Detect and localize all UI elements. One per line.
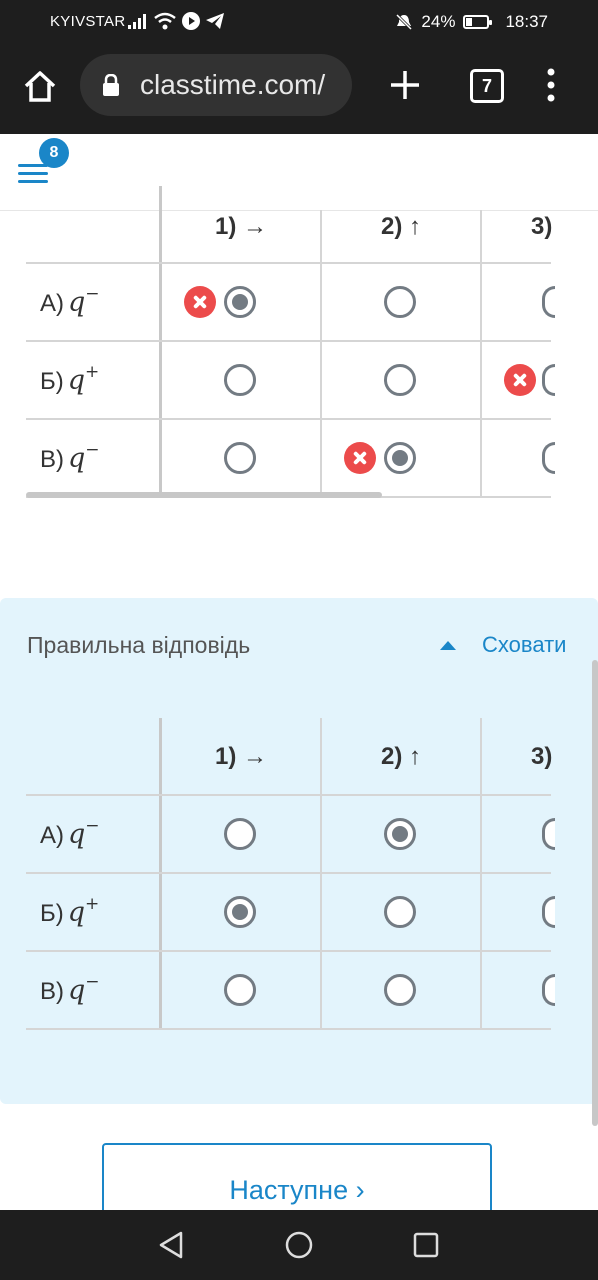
battery-percent: 24% bbox=[421, 12, 456, 31]
radio-option[interactable] bbox=[542, 364, 555, 396]
header-row: 1) → 2) ↑ 3) bbox=[26, 186, 552, 264]
url-text: classtime.com/ bbox=[140, 69, 326, 100]
correct-answer-panel: Правильна відповідь Сховати 1) → 2) ↑ 3)… bbox=[0, 598, 598, 1104]
new-tab-icon[interactable] bbox=[388, 68, 422, 102]
radio-option[interactable] bbox=[224, 286, 256, 318]
home-icon[interactable] bbox=[22, 68, 58, 104]
caret-up-icon bbox=[440, 640, 456, 650]
radio-option[interactable] bbox=[542, 286, 555, 318]
radio-option bbox=[224, 818, 256, 850]
table-row: В) q− bbox=[26, 952, 555, 1030]
row-label: А) q− bbox=[40, 816, 100, 850]
hamburger-menu-icon[interactable] bbox=[18, 164, 48, 186]
lock-icon bbox=[103, 74, 119, 96]
wrong-mark-icon bbox=[344, 442, 376, 474]
mute-bell-icon bbox=[396, 13, 413, 31]
notification-badge: 8 bbox=[39, 138, 69, 168]
recents-icon[interactable] bbox=[412, 1231, 440, 1259]
row-label: В) q− bbox=[40, 972, 100, 1006]
battery-icon bbox=[463, 15, 493, 29]
column-header: 2) ↑ bbox=[380, 743, 421, 770]
wrong-mark-icon bbox=[184, 286, 216, 318]
next-button-label: Наступне › bbox=[229, 1175, 365, 1205]
table-row: В) q− bbox=[26, 420, 555, 498]
status-right: 24% 18:37 bbox=[395, 12, 548, 32]
hide-toggle-label: Сховати bbox=[482, 632, 567, 657]
status-icons bbox=[128, 12, 224, 30]
table-row: Б) q+ bbox=[26, 874, 555, 952]
column-header: 2) ↑ bbox=[380, 213, 421, 240]
radio-option[interactable] bbox=[224, 364, 256, 396]
radio-option bbox=[542, 896, 555, 928]
column-header: 3) bbox=[531, 213, 553, 240]
header-row: 1) → 2) ↑ 3) bbox=[26, 718, 552, 796]
radio-option[interactable] bbox=[384, 364, 416, 396]
vertical-scrollbar[interactable] bbox=[592, 660, 598, 1126]
wrong-mark-icon bbox=[504, 364, 536, 396]
row-label: В) q− bbox=[40, 440, 100, 474]
student-answer-matrix: 1) → 2) ↑ 3) А) q− Б) q+ В) q− bbox=[26, 186, 555, 498]
column-header: 1) → bbox=[214, 213, 267, 240]
row-label: А) q− bbox=[40, 284, 100, 318]
table-row: А) q− bbox=[26, 796, 555, 874]
radio-option bbox=[542, 818, 555, 850]
row-label: Б) q+ bbox=[40, 362, 100, 396]
panel-title: Правильна відповідь bbox=[27, 632, 251, 658]
hide-toggle[interactable]: Сховати bbox=[440, 632, 566, 658]
address-bar[interactable]: classtime.com/ bbox=[80, 54, 352, 116]
radio-option[interactable] bbox=[542, 442, 555, 474]
column-header: 1) → bbox=[214, 743, 267, 770]
wifi-icon bbox=[154, 12, 176, 30]
carrier-name: KYIVSTAR bbox=[50, 13, 126, 30]
horizontal-scrollbar[interactable] bbox=[26, 492, 382, 498]
telegram-icon bbox=[206, 13, 224, 29]
home-circle-icon[interactable] bbox=[284, 1230, 314, 1260]
radio-option bbox=[224, 896, 256, 928]
system-nav-bar bbox=[0, 1210, 598, 1280]
radio-option bbox=[384, 974, 416, 1006]
signal-icon bbox=[128, 14, 146, 29]
browser-toolbar: classtime.com/ 7 bbox=[0, 46, 598, 134]
clock: 18:37 bbox=[505, 12, 548, 31]
row-label: Б) q+ bbox=[40, 894, 100, 928]
radio-option[interactable] bbox=[224, 442, 256, 474]
table-row: Б) q+ bbox=[26, 342, 555, 420]
back-icon[interactable] bbox=[157, 1230, 185, 1260]
radio-option bbox=[384, 818, 416, 850]
radio-option bbox=[542, 974, 555, 1006]
status-bar: KYIVSTAR 24% 18:37 bbox=[0, 0, 598, 46]
column-header: 3) bbox=[531, 743, 553, 770]
overflow-menu-icon[interactable] bbox=[546, 68, 556, 102]
table-row: А) q− bbox=[26, 264, 555, 342]
radio-option[interactable] bbox=[384, 442, 416, 474]
radio-option bbox=[384, 896, 416, 928]
radio-option bbox=[224, 974, 256, 1006]
tab-switcher-button[interactable]: 7 bbox=[470, 69, 504, 103]
play-icon bbox=[182, 12, 200, 30]
radio-option[interactable] bbox=[384, 286, 416, 318]
correct-answer-matrix: 1) → 2) ↑ 3) А) q− Б) q+ В) q− bbox=[26, 718, 555, 1030]
